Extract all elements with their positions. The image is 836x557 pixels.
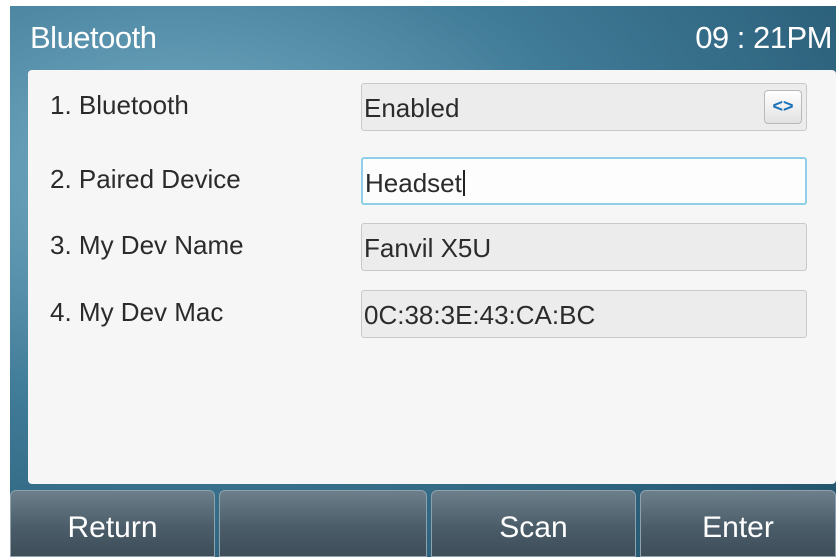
dev-name-field[interactable]: Fanvil X5U: [361, 223, 807, 271]
title-bar: Bluetooth 09 : 21PM: [10, 6, 836, 70]
bluetooth-value: Enabled: [364, 93, 460, 123]
setting-row-paired-device[interactable]: 2. Paired Device Headset: [28, 152, 836, 208]
setting-row-dev-mac[interactable]: 4. My Dev Mac 0C:38:3E:43:CA:BC: [28, 285, 836, 341]
setting-label: 3. My Dev Name: [50, 230, 244, 260]
phone-screen: Bluetooth 09 : 21PM 1. Bluetooth Enabled…: [10, 6, 836, 557]
dev-mac-field[interactable]: 0C:38:3E:43:CA:BC: [361, 290, 807, 338]
bluetooth-select[interactable]: Enabled <>: [361, 83, 807, 131]
empty-softkey[interactable]: [219, 490, 427, 557]
enter-softkey[interactable]: Enter: [640, 490, 836, 557]
setting-row-bluetooth[interactable]: 1. Bluetooth Enabled <>: [28, 78, 836, 134]
dev-name-value: Fanvil X5U: [364, 233, 492, 263]
setting-label: 4. My Dev Mac: [50, 297, 224, 327]
paired-device-value: Headset: [365, 168, 462, 198]
setting-row-dev-name[interactable]: 3. My Dev Name Fanvil X5U: [28, 218, 836, 274]
paired-device-input[interactable]: Headset: [361, 157, 807, 205]
dev-mac-value: 0C:38:3E:43:CA:BC: [364, 300, 596, 330]
settings-panel: 1. Bluetooth Enabled <> 2. Paired Device…: [28, 70, 836, 484]
return-softkey[interactable]: Return: [10, 490, 215, 557]
softkey-bar: Return Scan Enter: [10, 490, 836, 557]
clock: 09 : 21PM: [695, 20, 832, 55]
setting-label: 1. Bluetooth: [50, 90, 189, 120]
setting-label: 2. Paired Device: [50, 164, 241, 194]
scan-softkey[interactable]: Scan: [431, 490, 636, 557]
text-cursor: [462, 170, 465, 196]
left-right-arrows-icon[interactable]: <>: [764, 90, 802, 124]
page-title: Bluetooth: [30, 20, 157, 55]
